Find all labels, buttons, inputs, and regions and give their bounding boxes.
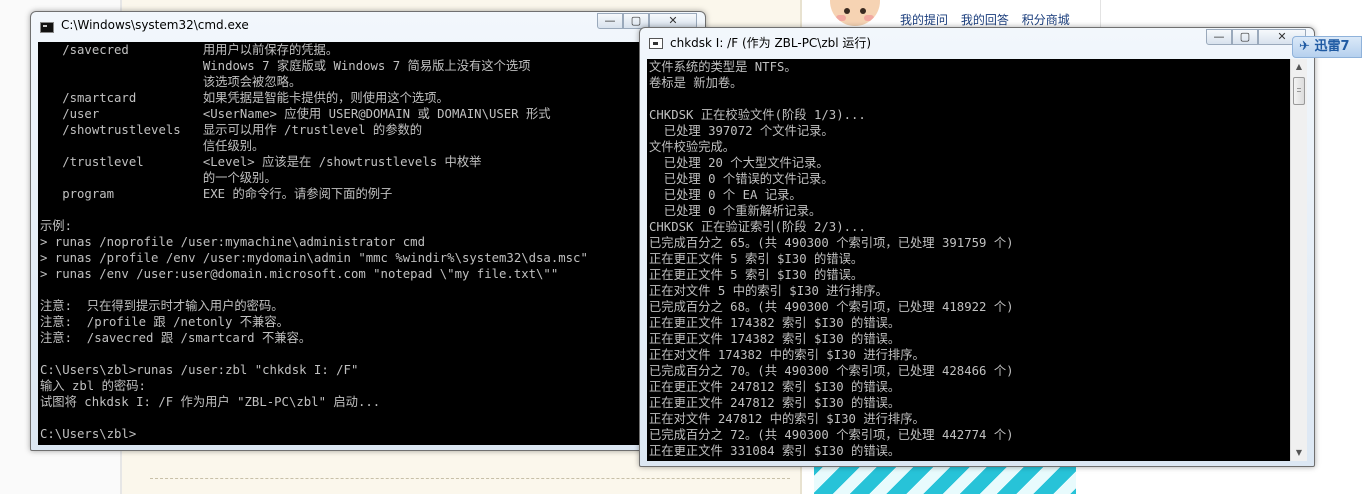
console-line: 正在对文件 174382 中的索引 $I30 进行排序。 [649, 348, 925, 362]
console-line: 注意: /savecred 跟 /smartcard 不兼容。 [40, 331, 312, 345]
console-line: 的一个级别。 [40, 171, 277, 185]
minimize-icon: — [604, 14, 616, 27]
console-line: 正在更正文件 174382 索引 $I30 的错误。 [649, 316, 901, 330]
cmd-window-title: C:\Windows\system32\cmd.exe [61, 18, 249, 32]
scroll-up-arrow-icon[interactable]: ▲ [1291, 59, 1307, 75]
console-line: CHKDSK 正在验证索引(阶段 2/3)... [649, 220, 866, 234]
close-icon: ✕ [668, 14, 678, 27]
console-line: /trustlevel <Level> 应该是在 /showtrustlevel… [40, 155, 482, 169]
avatar-eye [860, 8, 866, 14]
console-line: 正在更正文件 247812 索引 $I30 的错误。 [649, 396, 901, 410]
avatar-cheek [864, 15, 874, 21]
console-line: 注意: 只在得到提示时才输入用户的密码。 [40, 299, 284, 313]
avatar[interactable] [830, 0, 880, 26]
console-line: 正在更正文件 5 索引 $I30 的错误。 [649, 268, 864, 282]
console-line: 信任级别。 [40, 139, 265, 153]
console-line: 正在对文件 247812 中的索引 $I30 进行排序。 [649, 412, 925, 426]
console-line: 已处理 397072 个文件记录。 [649, 124, 834, 138]
console-line: > runas /noprofile /user:mymachine\admin… [40, 235, 425, 249]
xunlei-badge[interactable]: ✈ 迅雷7 [1292, 36, 1362, 58]
vertical-scrollbar[interactable]: ▲ ▼ [1290, 59, 1307, 461]
chkdsk-window-icon [649, 38, 663, 49]
console-line: 文件系统的类型是 NTFS。 [649, 60, 797, 74]
console-line: 已处理 0 个错误的文件记录。 [649, 172, 834, 186]
cmd-titlebar[interactable]: C:\Windows\system32\cmd.exe — ▢ ✕ [31, 12, 705, 40]
console-line: 试图将 chkdsk I: /F 作为用户 "ZBL-PC\zbl" 启动... [40, 395, 381, 409]
link-my-answers[interactable]: 我的回答 [961, 13, 1009, 27]
cmd-text: /savecred 用用户以前保存的凭据。 Windows 7 家庭版或 Win… [40, 42, 698, 442]
console-line: 正在更正文件 5 索引 $I30 的错误。 [649, 252, 864, 266]
link-points-mall[interactable]: 积分商城 [1022, 13, 1070, 27]
console-line: 卷标是 新加卷。 [649, 76, 743, 90]
console-line: 正在更正文件 331084 索引 $I30 的错误。 [649, 444, 901, 458]
console-line: 文件校验完成。 [649, 140, 736, 154]
console-line: /showtrustlevels 显示可以用作 /trustlevel 的参数的 [40, 123, 423, 137]
chkdsk-console-output[interactable]: 文件系统的类型是 NTFS。 卷标是 新加卷。 CHKDSK 正在校验文件(阶段 1… [647, 59, 1290, 461]
avatar-cheek [836, 15, 846, 21]
chkdsk-titlebar[interactable]: chkdsk I: /F (作为 ZBL-PC\zbl 运行) — ▢ ✕ [640, 28, 1314, 56]
console-line: 正在对文件 5 中的索引 $I30 进行排序。 [649, 284, 888, 298]
console-line: 已处理 0 个重新解析记录。 [649, 204, 822, 218]
console-line: 输入 zbl 的密码: [40, 379, 146, 393]
chkdsk-window[interactable]: chkdsk I: /F (作为 ZBL-PC\zbl 运行) — ▢ ✕ 文件… [639, 27, 1315, 467]
console-line: 该选项会被忽略。 [40, 75, 302, 89]
scrollbar-thumb[interactable] [1293, 77, 1305, 105]
xunlei-bird-icon: ✈ [1299, 39, 1310, 54]
maximize-icon: ▢ [1239, 30, 1251, 43]
minimize-icon: — [1213, 30, 1225, 43]
console-line: /smartcard 如果凭据是智能卡提供的，则使用这个选项。 [40, 91, 449, 105]
console-icon [40, 22, 54, 33]
console-line: /savecred 用用户以前保存的凭据。 [40, 43, 339, 57]
page-dashed-separator [150, 478, 790, 479]
console-line: 已完成百分之 68。(共 490300 个索引项，已处理 418922 个) [649, 300, 1014, 314]
console-line: Windows 7 家庭版或 Windows 7 简易版上没有这个选项 [40, 59, 531, 73]
console-line: 已完成百分之 70。(共 490300 个索引项，已处理 428466 个) [649, 364, 1014, 378]
console-line: C:\Users\zbl> [40, 427, 137, 441]
console-line: 示例: [40, 219, 72, 233]
console-line: program EXE 的命令行。请参阅下面的例子 [40, 187, 393, 201]
avatar-eye [844, 8, 850, 14]
console-line: 已处理 0 个 EA 记录。 [649, 188, 802, 202]
console-line: CHKDSK 正在校验文件(阶段 1/3)... [649, 108, 866, 122]
console-line: C:\Users\zbl>runas /user:zbl "chkdsk I: … [40, 363, 359, 377]
maximize-button[interactable]: ▢ [1232, 29, 1258, 45]
cmd-console-output[interactable]: /savecred 用用户以前保存的凭据。 Windows 7 家庭版或 Win… [38, 42, 698, 445]
link-my-questions[interactable]: 我的提问 [900, 13, 948, 27]
console-line: /user <UserName> 应使用 USER@DOMAIN 或 DOMAI… [40, 107, 551, 121]
console-line: 正在更正文件 174382 索引 $I30 的错误。 [649, 332, 901, 346]
console-line: 已完成百分之 72。(共 490300 个索引项，已处理 442774 个) [649, 428, 1014, 442]
maximize-icon: ▢ [630, 14, 642, 27]
chkdsk-text: 文件系统的类型是 NTFS。 卷标是 新加卷。 CHKDSK 正在校验文件(阶段 1… [649, 59, 1290, 459]
console-line: 已处理 20 个大型文件记录。 [649, 156, 829, 170]
page-user-links: 我的提问 我的回答 积分商城 [900, 11, 1079, 28]
minimize-button[interactable]: — [1206, 29, 1232, 45]
cmd-window[interactable]: C:\Windows\system32\cmd.exe — ▢ ✕ /savec… [30, 11, 706, 451]
chkdsk-window-title: chkdsk I: /F (作为 ZBL-PC\zbl 运行) [670, 36, 872, 50]
xunlei-badge-label: 迅雷7 [1314, 39, 1350, 54]
console-line: 已完成百分之 65。(共 490300 个索引项，已处理 391759 个) [649, 236, 1014, 250]
console-line: > runas /profile /env /user:mydomain\adm… [40, 251, 588, 265]
console-line: 注意: /profile 跟 /netonly 不兼容。 [40, 315, 289, 329]
minimize-button[interactable]: — [597, 13, 623, 29]
console-line: 正在更正文件 247812 索引 $I30 的错误。 [649, 380, 901, 394]
console-line: > runas /env /user:user@domain.microsoft… [40, 267, 559, 281]
scroll-down-arrow-icon[interactable]: ▼ [1291, 445, 1307, 461]
